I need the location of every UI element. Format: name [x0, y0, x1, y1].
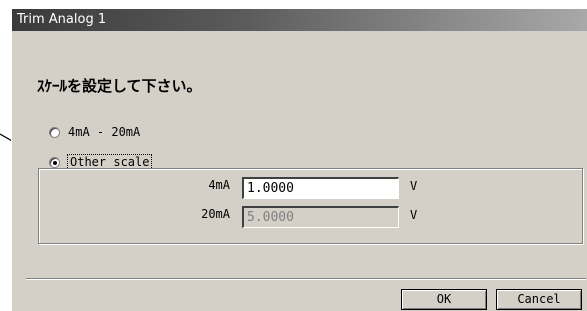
- title-bar[interactable]: Trim Analog 1: [12, 9, 587, 31]
- radio-label-other-scale: Other scale: [66, 154, 153, 170]
- window-title: Trim Analog 1: [17, 12, 107, 27]
- separator-line: [26, 278, 586, 280]
- ok-button[interactable]: OK: [401, 289, 487, 310]
- radio-4-20ma[interactable]: 4mA - 20mA: [49, 125, 140, 139]
- unit-20ma: V: [410, 208, 418, 222]
- radio-selected-dot: [53, 160, 57, 165]
- cancel-button[interactable]: Cancel: [496, 289, 582, 310]
- radio-button-other-scale[interactable]: [49, 156, 60, 168]
- radio-label-4-20ma: 4mA - 20mA: [68, 125, 141, 139]
- field-4ma-input[interactable]: 1.0000: [242, 177, 399, 199]
- label-4ma: 4mA: [208, 178, 230, 192]
- radio-other-scale[interactable]: Other scale: [49, 154, 153, 170]
- field-20ma-input: 5.0000: [242, 206, 399, 228]
- label-20ma: 20mA: [201, 207, 230, 221]
- instruction-text: ｽｹｰﾙを設定して下さい。: [37, 77, 202, 95]
- unit-4ma: V: [410, 179, 418, 193]
- dialog-window: Trim Analog 1 ｽｹｰﾙを設定して下さい。 4mA - 20mA O…: [11, 8, 587, 311]
- radio-button-4-20ma[interactable]: [49, 126, 60, 138]
